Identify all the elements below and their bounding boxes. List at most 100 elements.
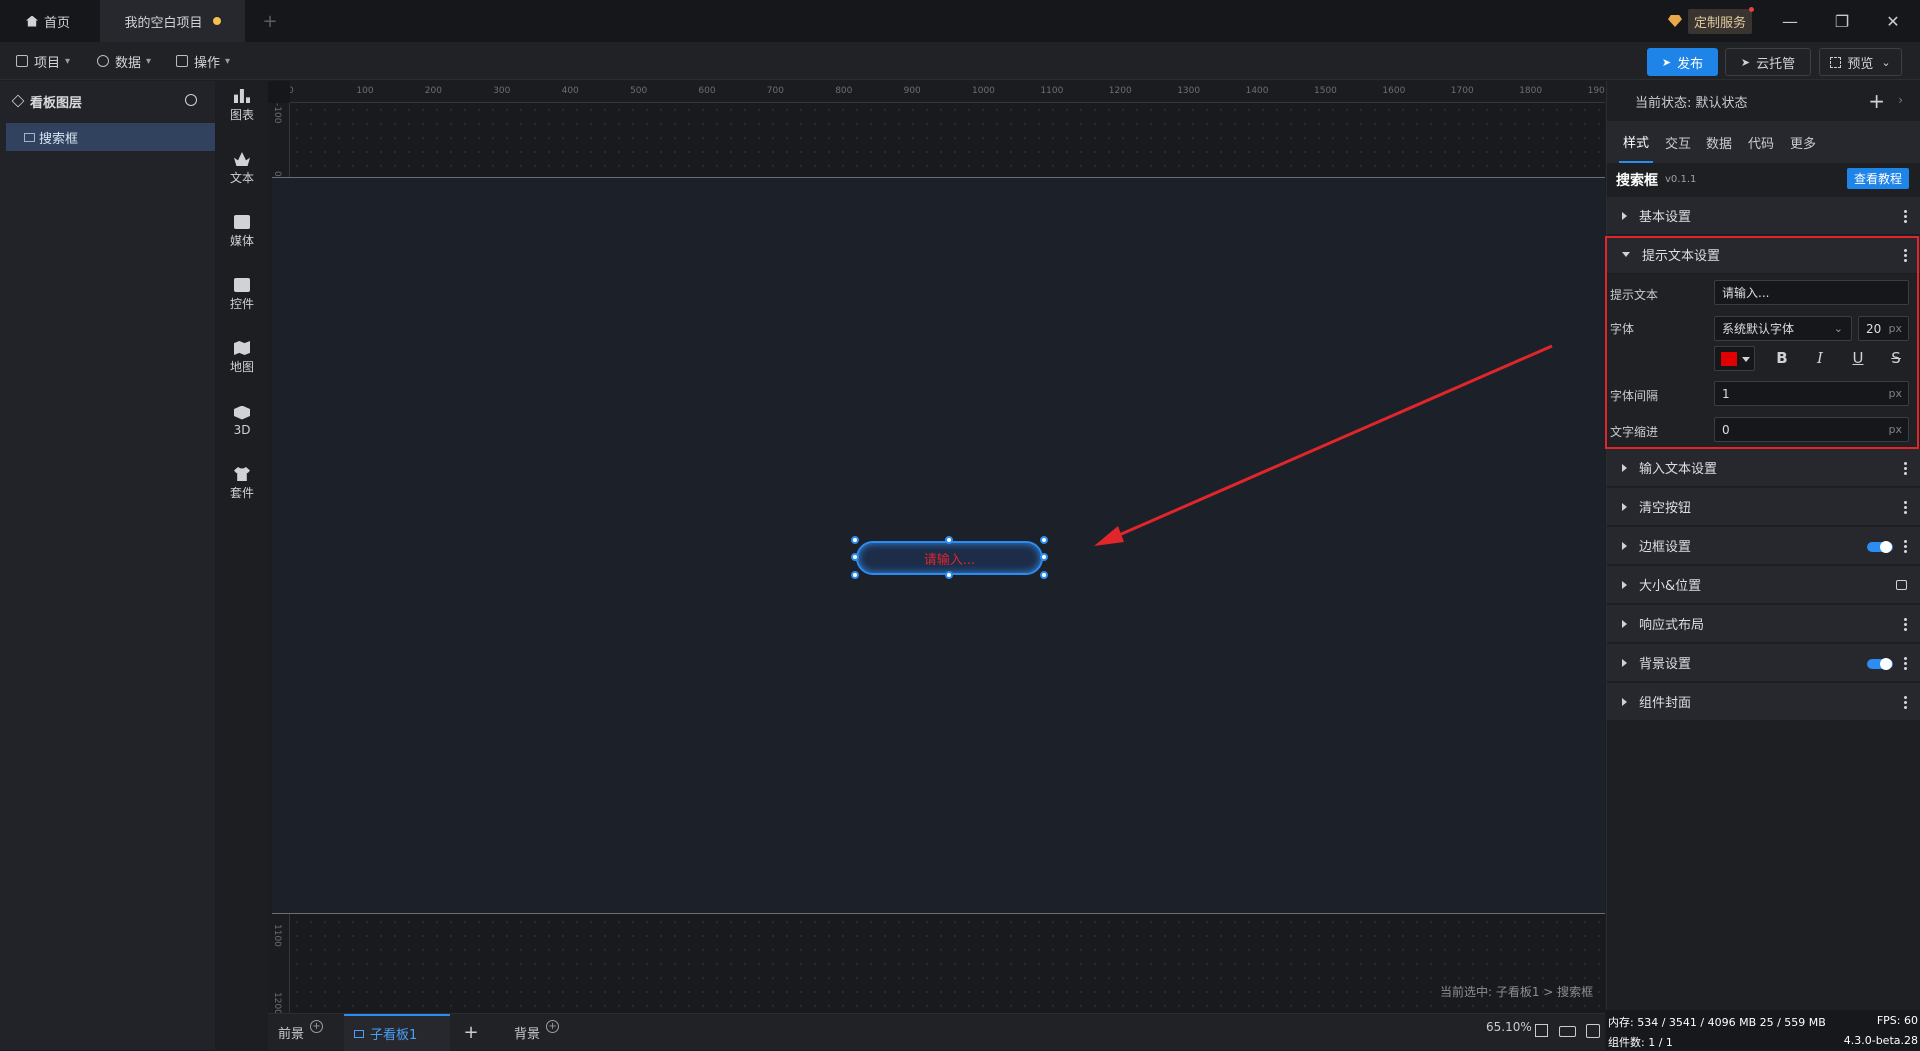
section-basic[interactable]: 基本设置 [1607,197,1920,235]
section-input-text[interactable]: 输入文本设置 [1607,449,1920,487]
menu-project[interactable]: 项目 ▾ [16,42,70,80]
publish-button[interactable]: ➤ 发布 [1647,48,1718,76]
section-responsive[interactable]: 响应式布局 [1607,605,1920,643]
component-name: 搜索框 [1616,173,1658,189]
background-toggle[interactable] [1867,658,1893,670]
letter-spacing-input[interactable]: 1 px [1714,381,1909,406]
library-text-label: 文本 [229,171,254,185]
menu-ops[interactable]: 操作 ▾ [176,42,230,80]
tab-interaction[interactable]: 交互 [1665,121,1691,163]
tutorial-button[interactable]: 查看教程 [1847,168,1909,189]
more-vertical-icon[interactable] [1904,461,1907,475]
tab-code-label: 代码 [1748,136,1775,152]
chevron-right-icon[interactable]: › [1898,93,1903,107]
font-label: 字体 [1610,322,1635,336]
border-toggle[interactable] [1867,541,1893,553]
add-board-button[interactable]: + [456,1014,486,1051]
tab-data[interactable]: 数据 [1706,121,1732,163]
library-chart[interactable]: 图表 [216,81,268,131]
caret-right-icon [1622,541,1627,550]
library-map[interactable]: 地图 [216,333,268,383]
tab-home[interactable]: 首页 [0,0,90,42]
library-kit[interactable]: 套件 [216,459,268,509]
tab-more[interactable]: 更多 [1790,121,1816,163]
minimize-button[interactable]: — [1765,0,1815,42]
section-background[interactable]: 背景设置 [1607,644,1920,682]
tab-interaction-label: 交互 [1665,136,1692,152]
font-family-select[interactable]: 系统默认字体 ⌄ [1714,316,1852,341]
close-button[interactable]: ✕ [1868,0,1918,42]
map-icon [234,341,250,355]
ruler-top[interactable]: 0 100 200 300 400 500 600 700 800 900 1000 1100 1200… [290,81,1605,103]
tab-sub-board-label: 子看板1 [370,1028,418,1043]
add-tab-button[interactable]: + [255,0,285,42]
library-control[interactable]: 控件 [216,270,268,320]
lock-icon[interactable] [1896,580,1907,590]
more-vertical-icon[interactable] [1904,617,1907,631]
italic-button[interactable]: I [1810,349,1830,367]
tab-sub-board[interactable]: 子看板1 [344,1014,450,1051]
custom-service-button[interactable]: 定制服务 [1668,6,1756,34]
library-text[interactable]: 文本 [216,144,268,194]
resize-handle-n[interactable] [945,536,953,544]
font-color-picker[interactable] [1714,346,1755,371]
tab-style[interactable]: 样式 [1619,121,1654,163]
tab-foreground[interactable]: 前景 + [278,1014,324,1051]
section-cover[interactable]: 组件封面 [1607,683,1920,721]
add-state-button[interactable]: + [1868,89,1885,113]
search-box-component[interactable]: 请输入... [856,541,1043,575]
diamond-icon [1668,15,1682,27]
terminal-icon[interactable] [1586,1024,1600,1038]
hint-text-input[interactable]: 请输入... [1714,280,1909,305]
selection-path: 当前选中: 子看板1 > 搜索框 [1440,985,1594,999]
tab-project[interactable]: 我的空白项目 [100,0,245,42]
caret-right-icon [1622,211,1627,220]
preview-button[interactable]: 预览 ⌄ [1819,48,1902,76]
more-vertical-icon[interactable] [1904,656,1907,670]
more-vertical-icon[interactable] [1904,500,1907,514]
section-clear-button[interactable]: 清空按钮 [1607,488,1920,526]
library-3d[interactable]: 3D [216,396,268,446]
resize-handle-ne[interactable] [1040,536,1048,544]
library-media[interactable]: 媒体 [216,207,268,257]
strikethrough-button[interactable]: S [1886,349,1906,367]
font-size-input[interactable]: 20 px [1858,316,1909,341]
resize-handle-se[interactable] [1040,571,1048,579]
underline-button[interactable]: U [1848,349,1868,367]
title-bar: 首页 我的空白项目 + 定制服务 — ❐ ✕ [0,0,1920,42]
ruler-tick-label: 500 [630,86,648,96]
layer-item-label: 搜索框 [39,131,79,147]
zoom-level[interactable]: 65.10% [1486,1020,1532,1034]
resize-handle-sw[interactable] [851,571,859,579]
cloud-host-button[interactable]: ➤ 云托管 [1725,48,1811,76]
add-circle-icon[interactable]: + [546,1020,560,1033]
search-placeholder: 请输入... [923,552,976,568]
restore-button[interactable]: ❐ [1817,0,1867,42]
search-icon[interactable] [185,94,197,106]
menu-data[interactable]: 数据 ▾ [97,42,151,80]
resize-handle-s[interactable] [945,571,953,579]
text-indent-label: 文字缩进 [1610,425,1659,439]
section-size-position[interactable]: 大小&位置 [1607,566,1920,604]
bold-button[interactable]: B [1772,349,1792,367]
ruler-tick-label: 0 [290,86,294,96]
layer-item-search-box[interactable]: 搜索框 [6,123,215,151]
add-circle-icon[interactable]: + [310,1020,324,1033]
tab-code[interactable]: 代码 [1748,121,1774,163]
resize-handle-e[interactable] [1040,553,1048,561]
ruler-tick-label: 1300 [1177,86,1201,96]
layers-panel: 看板图层 搜索框 [0,81,215,1050]
fit-screen-icon[interactable] [1535,1024,1548,1037]
resize-handle-w[interactable] [851,553,859,561]
more-vertical-icon[interactable] [1904,539,1907,553]
resize-handle-nw[interactable] [851,536,859,544]
section-border[interactable]: 边框设置 [1607,527,1920,565]
board-icon [354,1029,364,1038]
tab-background[interactable]: 背景 + [514,1014,560,1051]
more-vertical-icon[interactable] [1904,695,1907,709]
keyboard-icon[interactable] [1559,1026,1576,1037]
unit-label: px [1888,423,1903,436]
more-vertical-icon[interactable] [1904,209,1907,223]
text-indent-input[interactable]: 0 px [1714,417,1909,442]
preview-label: 预览 [1847,56,1874,72]
